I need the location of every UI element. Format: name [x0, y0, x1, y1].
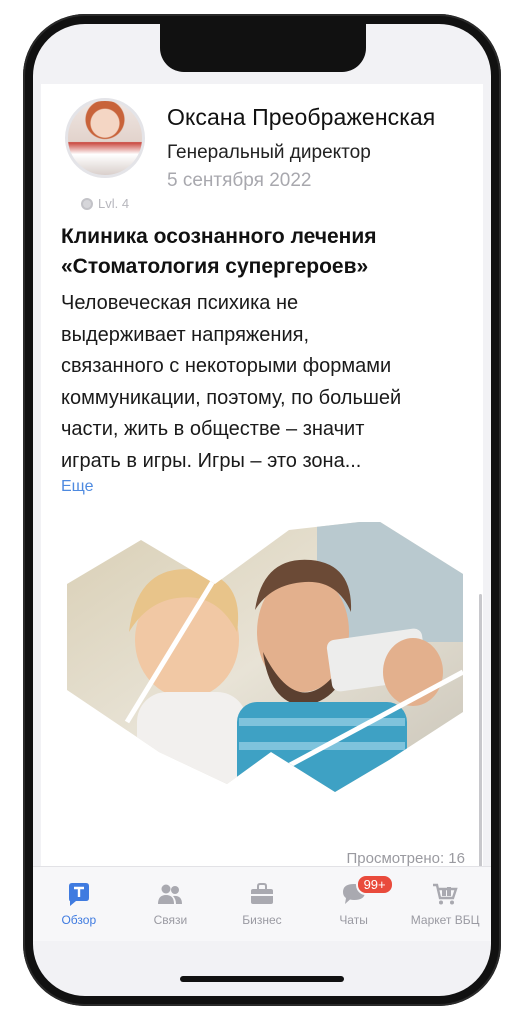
briefcase-icon	[250, 883, 273, 904]
tab-label: Обзор	[61, 913, 97, 927]
unread-badge: 99+	[355, 874, 394, 895]
level-icon	[81, 197, 93, 210]
level-badge: Lvl. 4	[81, 196, 129, 211]
tab-overview[interactable]: Обзор	[36, 867, 122, 941]
author-name[interactable]: Оксана Преображенская	[167, 104, 435, 131]
people-icon	[158, 884, 183, 904]
scrollbar[interactable]	[479, 594, 482, 874]
tab-label: Маркет ВБЦ	[410, 913, 480, 927]
tab-label: Связи	[153, 913, 188, 927]
tab-label: Бизнес	[242, 913, 282, 927]
post-card[interactable]: Lvl. 4 Оксана Преображенская Генеральный…	[41, 84, 483, 896]
views-count: Просмотрено: 16	[346, 850, 466, 867]
tab-connections[interactable]: Связи	[127, 867, 213, 941]
tab-chats[interactable]: 99+ Чаты	[311, 867, 397, 941]
screen: Lvl. 4 Оксана Преображенская Генеральный…	[33, 24, 491, 996]
cart-icon	[433, 883, 458, 905]
post-title: Клиника осознанного лечения «Стоматологи…	[61, 225, 377, 278]
chat-t-icon	[68, 883, 89, 906]
post-image[interactable]	[67, 522, 463, 792]
post-date: 5 сентября 2022	[167, 170, 312, 191]
tab-bar: Обзор Связи Бизнес 99+ Чаты Маркет ВБЦ	[33, 866, 491, 941]
notch	[160, 24, 366, 72]
post-body: Человеческая психика не выдерживает напр…	[61, 292, 402, 472]
tab-market[interactable]: Маркет ВБЦ	[402, 867, 488, 941]
tab-label: Чаты	[339, 913, 368, 927]
home-indicator[interactable]	[180, 976, 344, 982]
tab-business[interactable]: Бизнес	[219, 867, 305, 941]
author-role: Генеральный директор	[167, 142, 371, 163]
phone-frame: Lvl. 4 Оксана Преображенская Генеральный…	[23, 14, 501, 1006]
level-label: Lvl. 4	[98, 196, 130, 211]
avatar[interactable]	[65, 98, 145, 178]
more-link[interactable]: Еще	[61, 478, 94, 496]
